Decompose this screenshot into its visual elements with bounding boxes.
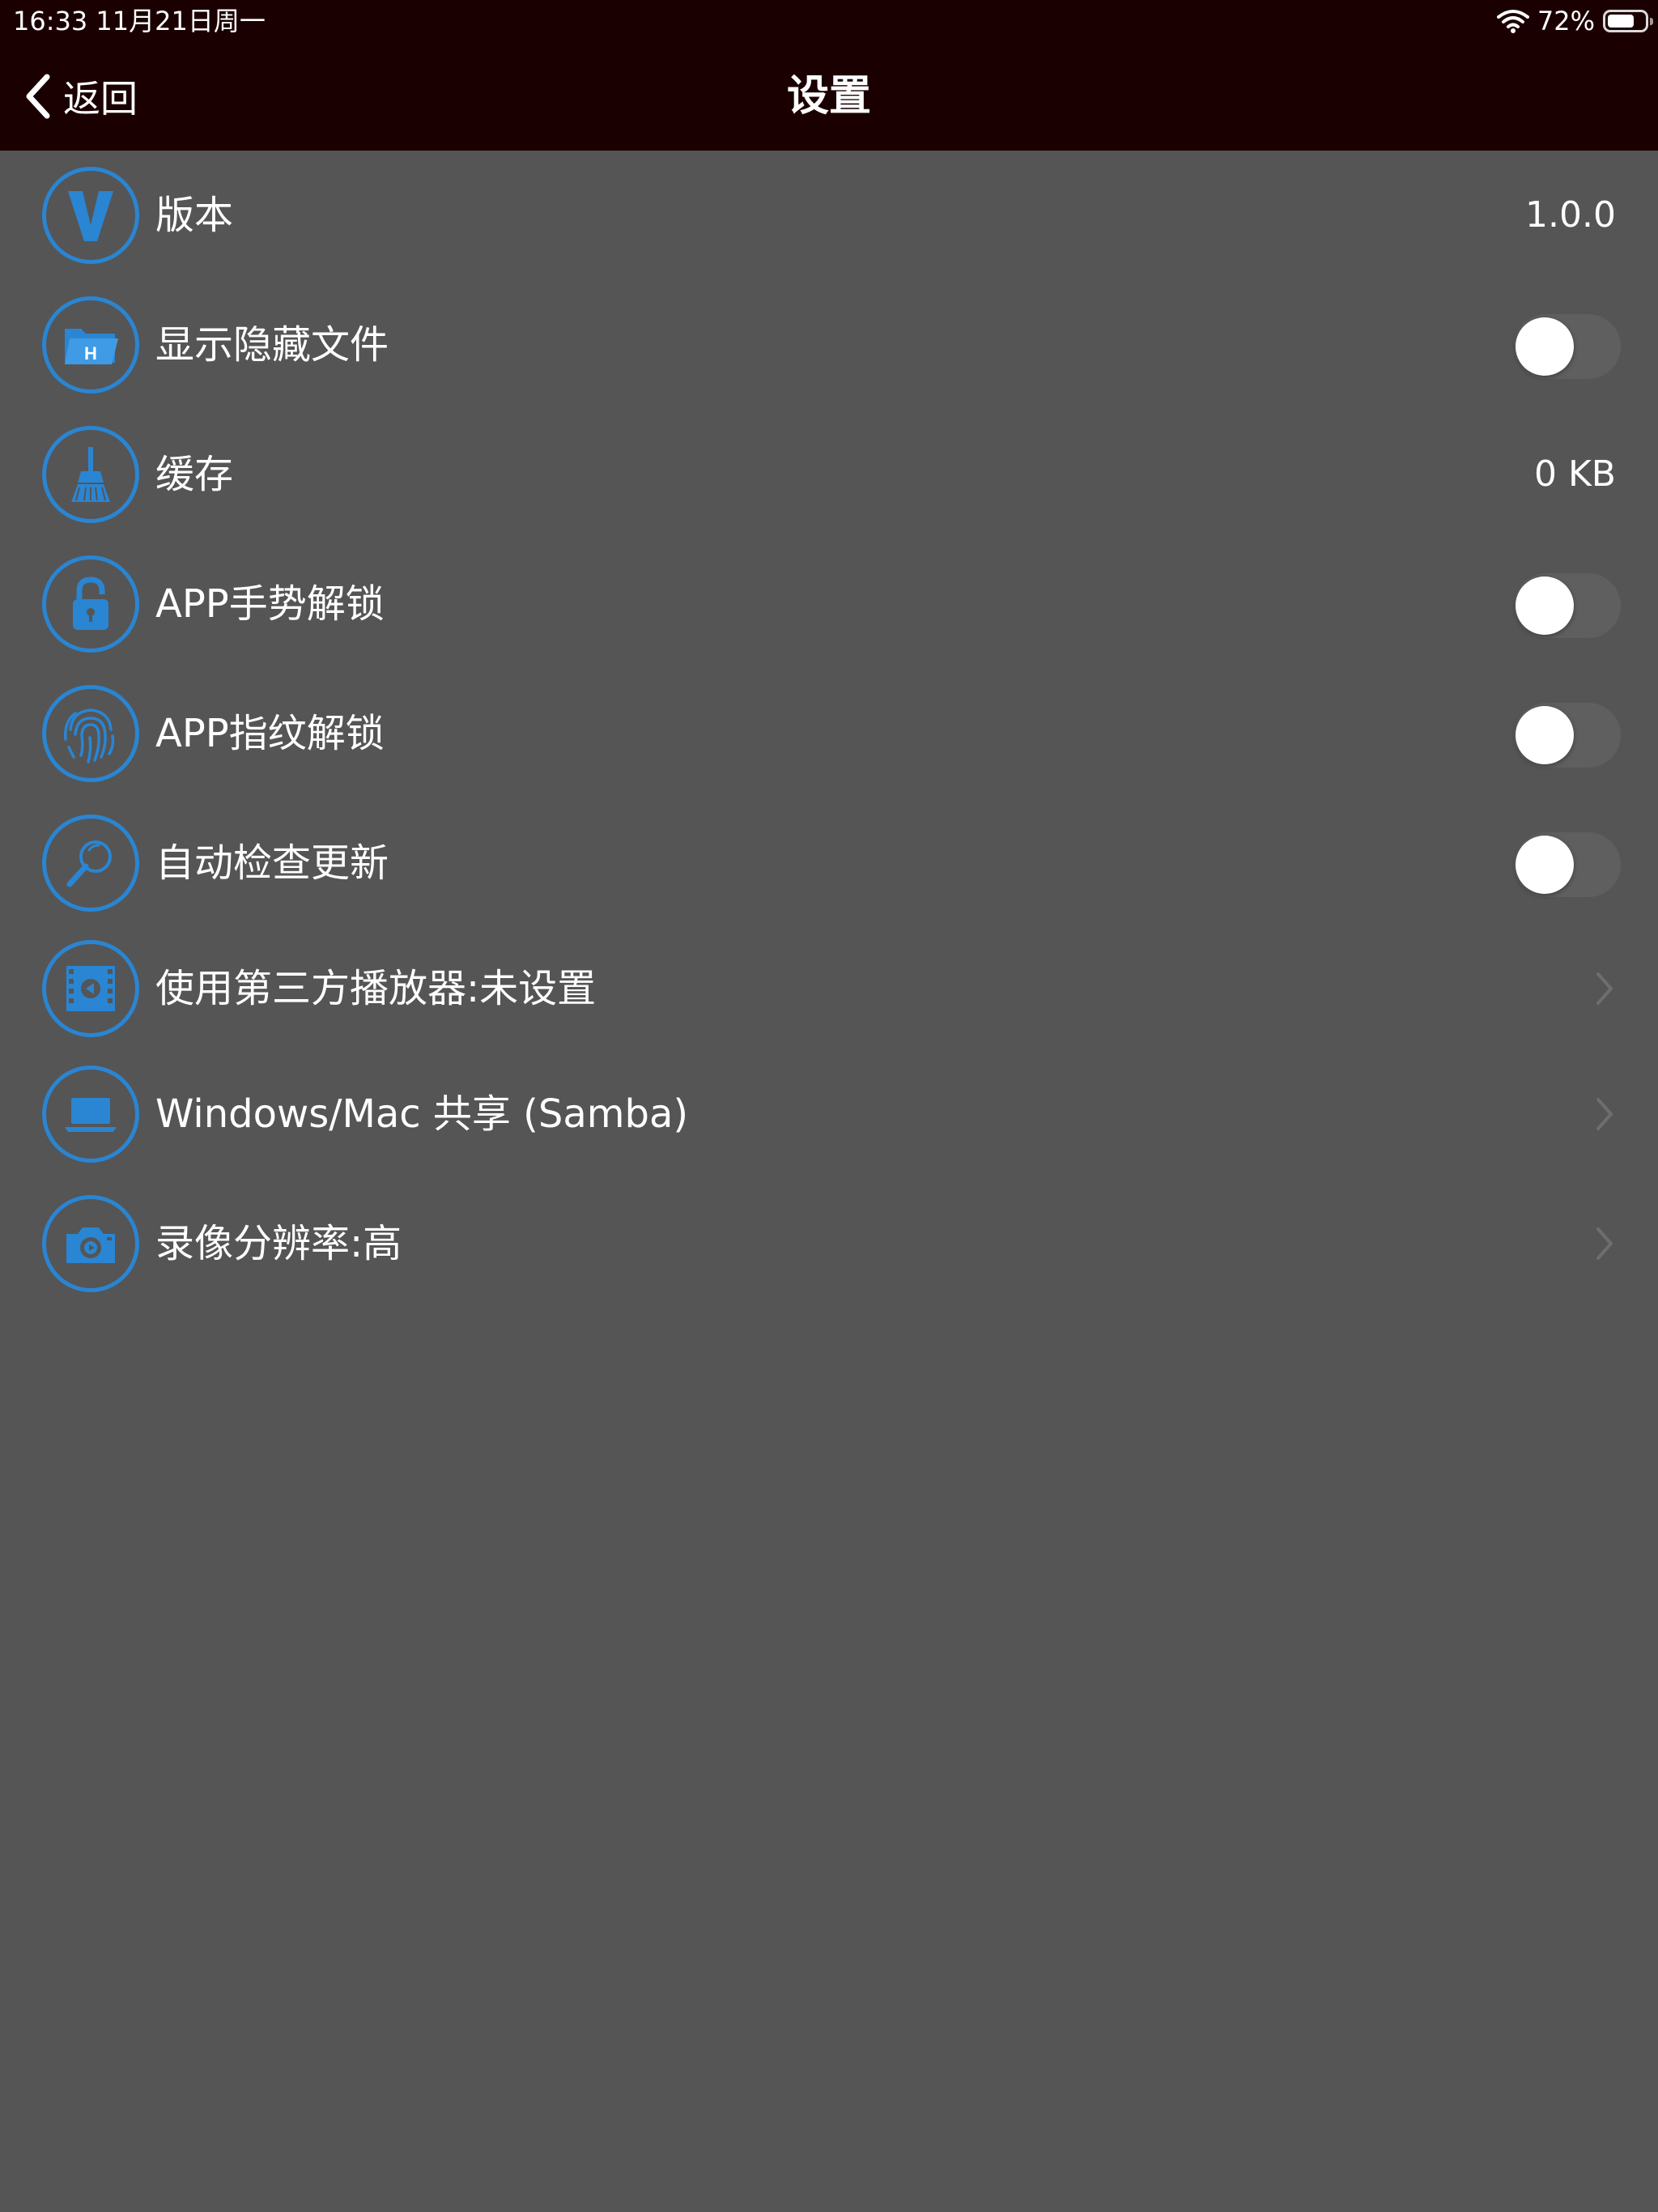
toggle-knob — [1516, 317, 1574, 376]
toggle-knob — [1516, 836, 1574, 894]
settings-row-gesture-unlock: APP手势解锁 — [0, 539, 1658, 669]
chevron-right-icon — [1596, 1227, 1613, 1260]
settings-row-label: 显示隐藏文件 — [155, 322, 389, 368]
gesture-unlock-toggle[interactable] — [1514, 573, 1621, 638]
fingerprint-icon — [42, 685, 139, 782]
chevron-right-icon — [1596, 972, 1613, 1005]
toggle-knob — [1516, 576, 1574, 635]
settings-row-fingerprint-unlock: APP指纹解锁 — [0, 669, 1658, 798]
page-title: 设置 — [786, 72, 871, 121]
auto-update-toggle[interactable] — [1514, 832, 1621, 897]
cache-size-value: 0 KB — [1533, 453, 1616, 495]
settings-list: 版本 1.0.0 H 显示隐藏文件 缓存 0 KB APP手势解锁 APP指纹解… — [0, 151, 1658, 1308]
settings-row-label: 版本 — [155, 193, 234, 238]
settings-screen: 16:33 11月21日周一 72% 返回 设置 版本 1.0.0 H 显示隐藏… — [0, 0, 1658, 2212]
battery-percent: 72% — [1537, 6, 1595, 36]
magnifier-icon — [42, 815, 139, 912]
show-hidden-files-toggle[interactable] — [1514, 314, 1621, 379]
settings-row-version[interactable]: 版本 1.0.0 — [0, 151, 1658, 280]
settings-row-auto-update: 自动检查更新 — [0, 798, 1658, 928]
camera-icon — [42, 1195, 139, 1292]
padlock-icon — [42, 555, 139, 653]
settings-row-recording-resolution[interactable]: 录像分辨率:高 — [0, 1179, 1658, 1308]
battery-tip — [1650, 18, 1653, 25]
settings-row-show-hidden-files: H 显示隐藏文件 — [0, 280, 1658, 410]
settings-row-label: APP手势解锁 — [155, 581, 385, 627]
settings-row-label: 自动检查更新 — [155, 840, 389, 886]
settings-row-label: Windows/Mac 共享 (Samba) — [155, 1091, 689, 1137]
settings-row-label: 使用第三方播放器:未设置 — [155, 966, 597, 1011]
settings-row-third-party-player[interactable]: 使用第三方播放器:未设置 — [0, 928, 1658, 1049]
settings-row-label: 录像分辨率:高 — [155, 1221, 402, 1266]
film-player-icon — [42, 940, 139, 1037]
broom-icon — [42, 426, 139, 523]
svg-text:H: H — [84, 343, 97, 364]
settings-row-label: 缓存 — [155, 452, 234, 497]
status-time: 16:33 11月21日周一 — [13, 6, 266, 36]
status-indicators: 72% — [1496, 5, 1653, 37]
hidden-folder-icon: H — [42, 296, 139, 393]
settings-row-cache[interactable]: 缓存 0 KB — [0, 410, 1658, 539]
v-letter-icon — [42, 167, 139, 264]
chevron-right-icon — [1596, 1098, 1613, 1130]
status-bar: 16:33 11月21日周一 72% — [0, 0, 1658, 40]
version-value: 1.0.0 — [1525, 194, 1616, 236]
settings-row-label: APP指纹解锁 — [155, 711, 385, 756]
battery-icon — [1603, 10, 1653, 32]
settings-row-samba-share[interactable]: Windows/Mac 共享 (Samba) — [0, 1049, 1658, 1179]
top-bar: 16:33 11月21日周一 72% 返回 设置 — [0, 0, 1658, 151]
battery-level-fill — [1608, 15, 1634, 28]
laptop-icon — [42, 1066, 139, 1163]
wifi-icon — [1496, 10, 1529, 33]
fingerprint-unlock-toggle[interactable] — [1514, 703, 1621, 768]
toggle-knob — [1516, 706, 1574, 764]
